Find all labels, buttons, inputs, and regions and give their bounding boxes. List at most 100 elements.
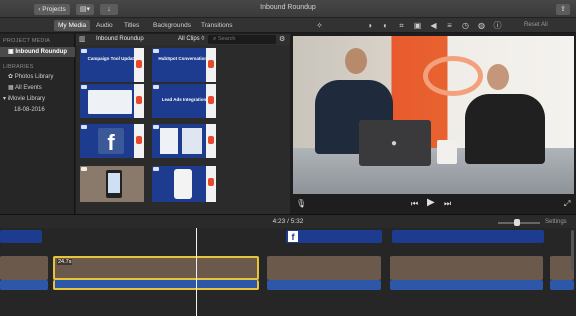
camera-icon [153, 125, 159, 129]
info-icon[interactable]: ⓘ [492, 20, 503, 31]
timeline: f 24.7s [0, 228, 576, 316]
clip-duration: 24.7s [57, 259, 73, 265]
hubspot-logo-icon [136, 60, 142, 68]
playhead[interactable] [196, 228, 197, 316]
sidebar-item-photos-library[interactable]: ✿ Photos Library [0, 72, 75, 82]
screenshot-image [88, 90, 132, 114]
cutaway-clip[interactable] [392, 230, 544, 243]
search-icon: ⌕ [213, 36, 217, 42]
play-icon[interactable]: ▶ [427, 197, 435, 208]
equalizer-icon[interactable]: ≡ [444, 20, 455, 31]
video-preview[interactable]: ● [293, 36, 574, 194]
person-right [465, 94, 545, 164]
zoom-slider-knob[interactable] [514, 219, 520, 226]
video-clip[interactable] [0, 256, 48, 280]
hubspot-sprocket-image [423, 56, 483, 96]
video-clip[interactable] [390, 256, 543, 280]
sidebar-item-imovie-library[interactable]: ▾ iMovie Library [0, 94, 75, 104]
photos-icon: ✿ [8, 74, 15, 80]
tab-backgrounds[interactable]: Backgrounds [149, 20, 195, 31]
viewer: ● 🎙 ⏮ ▶ ⏭ ⤢ [291, 34, 576, 214]
video-clip[interactable] [267, 256, 381, 280]
media-thumbnail[interactable] [152, 166, 216, 202]
facebook-logo-icon: f [98, 128, 124, 155]
screenshot-image [160, 128, 178, 154]
camera-icon [81, 125, 87, 129]
audio-waveform [53, 280, 259, 290]
window-title: Inbound Roundup [260, 4, 316, 11]
phone-image [174, 169, 192, 199]
sidebar-toggle-icon[interactable]: ▥ [79, 35, 86, 43]
audio-waveform [267, 280, 381, 290]
cutaway-clip[interactable] [0, 230, 42, 243]
search-input[interactable]: Search [208, 35, 276, 44]
facebook-logo-icon: f [288, 231, 298, 242]
media-thumbnail[interactable] [80, 84, 144, 118]
sidebar-item-inbound-roundup[interactable]: ▣ Inbound Roundup [0, 47, 75, 57]
audio-waveform [0, 280, 48, 290]
apple-logo-icon: ● [391, 138, 398, 149]
media-thumbnail[interactable]: Lead Ads Integration [152, 84, 216, 118]
vertical-scrollbar[interactable] [571, 230, 574, 270]
noise-reduction-icon[interactable]: ◍ [476, 20, 487, 31]
reset-all-button[interactable]: Reset All [524, 22, 548, 28]
sidebar-item-event-date[interactable]: 18-08-2016 [0, 105, 75, 115]
sidebar: PROJECT MEDIA ▣ Inbound Roundup LIBRARIE… [0, 34, 75, 214]
volume-icon[interactable]: ◀ [428, 20, 439, 31]
camera-icon [81, 85, 87, 89]
microphone-icon[interactable]: 🎙 [296, 199, 306, 208]
color-correction-icon[interactable]: ◐ [380, 20, 391, 31]
browser-title: Inbound Roundup [96, 36, 144, 42]
hubspot-logo-icon [208, 96, 214, 104]
tab-audio[interactable]: Audio [92, 20, 117, 31]
tab-my-media[interactable]: My Media [54, 20, 91, 31]
media-browser: ▥ Inbound Roundup All Clips ◊ Search ⌕ ⚙… [76, 34, 290, 214]
fullscreen-icon[interactable]: ⤢ [564, 199, 570, 209]
hubspot-logo-icon [136, 96, 142, 104]
tab-titles[interactable]: Titles [120, 20, 143, 31]
sidebar-item-all-events[interactable]: ▦ All Events [0, 83, 75, 93]
settings-gear-icon[interactable]: ⚙ [279, 35, 285, 43]
screenshot-image [182, 128, 202, 154]
selected-video-clip[interactable]: 24.7s [53, 256, 259, 280]
crop-icon[interactable]: ⌗ [396, 20, 407, 31]
hubspot-logo-icon [208, 136, 214, 144]
media-thumbnail[interactable]: f [80, 124, 144, 158]
timeline-header: 4:23 / 5:32 Settings [0, 214, 576, 228]
browser-header: ▥ Inbound Roundup All Clips ◊ Search ⌕ ⚙ [76, 34, 290, 45]
person-head [487, 64, 509, 90]
skip-back-icon[interactable]: ⏮ [411, 199, 418, 209]
audio-waveform [390, 280, 543, 290]
toolbar: My Media Audio Titles Backgrounds Transi… [0, 18, 576, 33]
timecode: 4:23 / 5:32 [272, 218, 304, 225]
camera-icon [153, 85, 159, 89]
timeline-settings-button[interactable]: Settings [545, 219, 567, 225]
tab-transitions[interactable]: Transitions [197, 20, 237, 31]
clip-filter-select[interactable]: All Clips ◊ [178, 36, 204, 42]
title-bar: ‹ Projects ▤▾ ↓ Inbound Roundup ⇪ [0, 0, 576, 18]
skip-forward-icon[interactable]: ⏭ [444, 199, 451, 209]
camera-icon [81, 167, 87, 171]
magic-wand-icon[interactable]: ✧ [314, 20, 325, 31]
coffee-cup-image [437, 140, 457, 164]
media-thumbnail[interactable] [152, 124, 216, 158]
hubspot-logo-icon [208, 178, 214, 186]
share-icon[interactable]: ⇪ [556, 4, 570, 15]
events-icon: ▦ [8, 85, 16, 91]
speed-icon[interactable]: ◷ [460, 20, 471, 31]
media-thumbnail[interactable]: Campaign Tool Update [80, 48, 144, 82]
media-thumbnail[interactable]: HubSpot Conversations [152, 48, 216, 82]
cutaway-clip[interactable]: f [286, 230, 382, 243]
camera-icon [153, 49, 159, 53]
camera-icon [81, 49, 87, 53]
camera-icon [153, 167, 159, 171]
project-media-heading: PROJECT MEDIA [3, 38, 51, 44]
libraries-heading: LIBRARIES [3, 64, 34, 70]
person-head [345, 48, 367, 74]
hubspot-logo-icon [136, 136, 142, 144]
audio-waveform [550, 280, 574, 290]
stabilization-icon[interactable]: ▣ [412, 20, 423, 31]
hubspot-logo-icon [208, 60, 214, 68]
media-thumbnail[interactable] [80, 166, 144, 202]
color-balance-icon[interactable]: ◑ [364, 20, 375, 31]
